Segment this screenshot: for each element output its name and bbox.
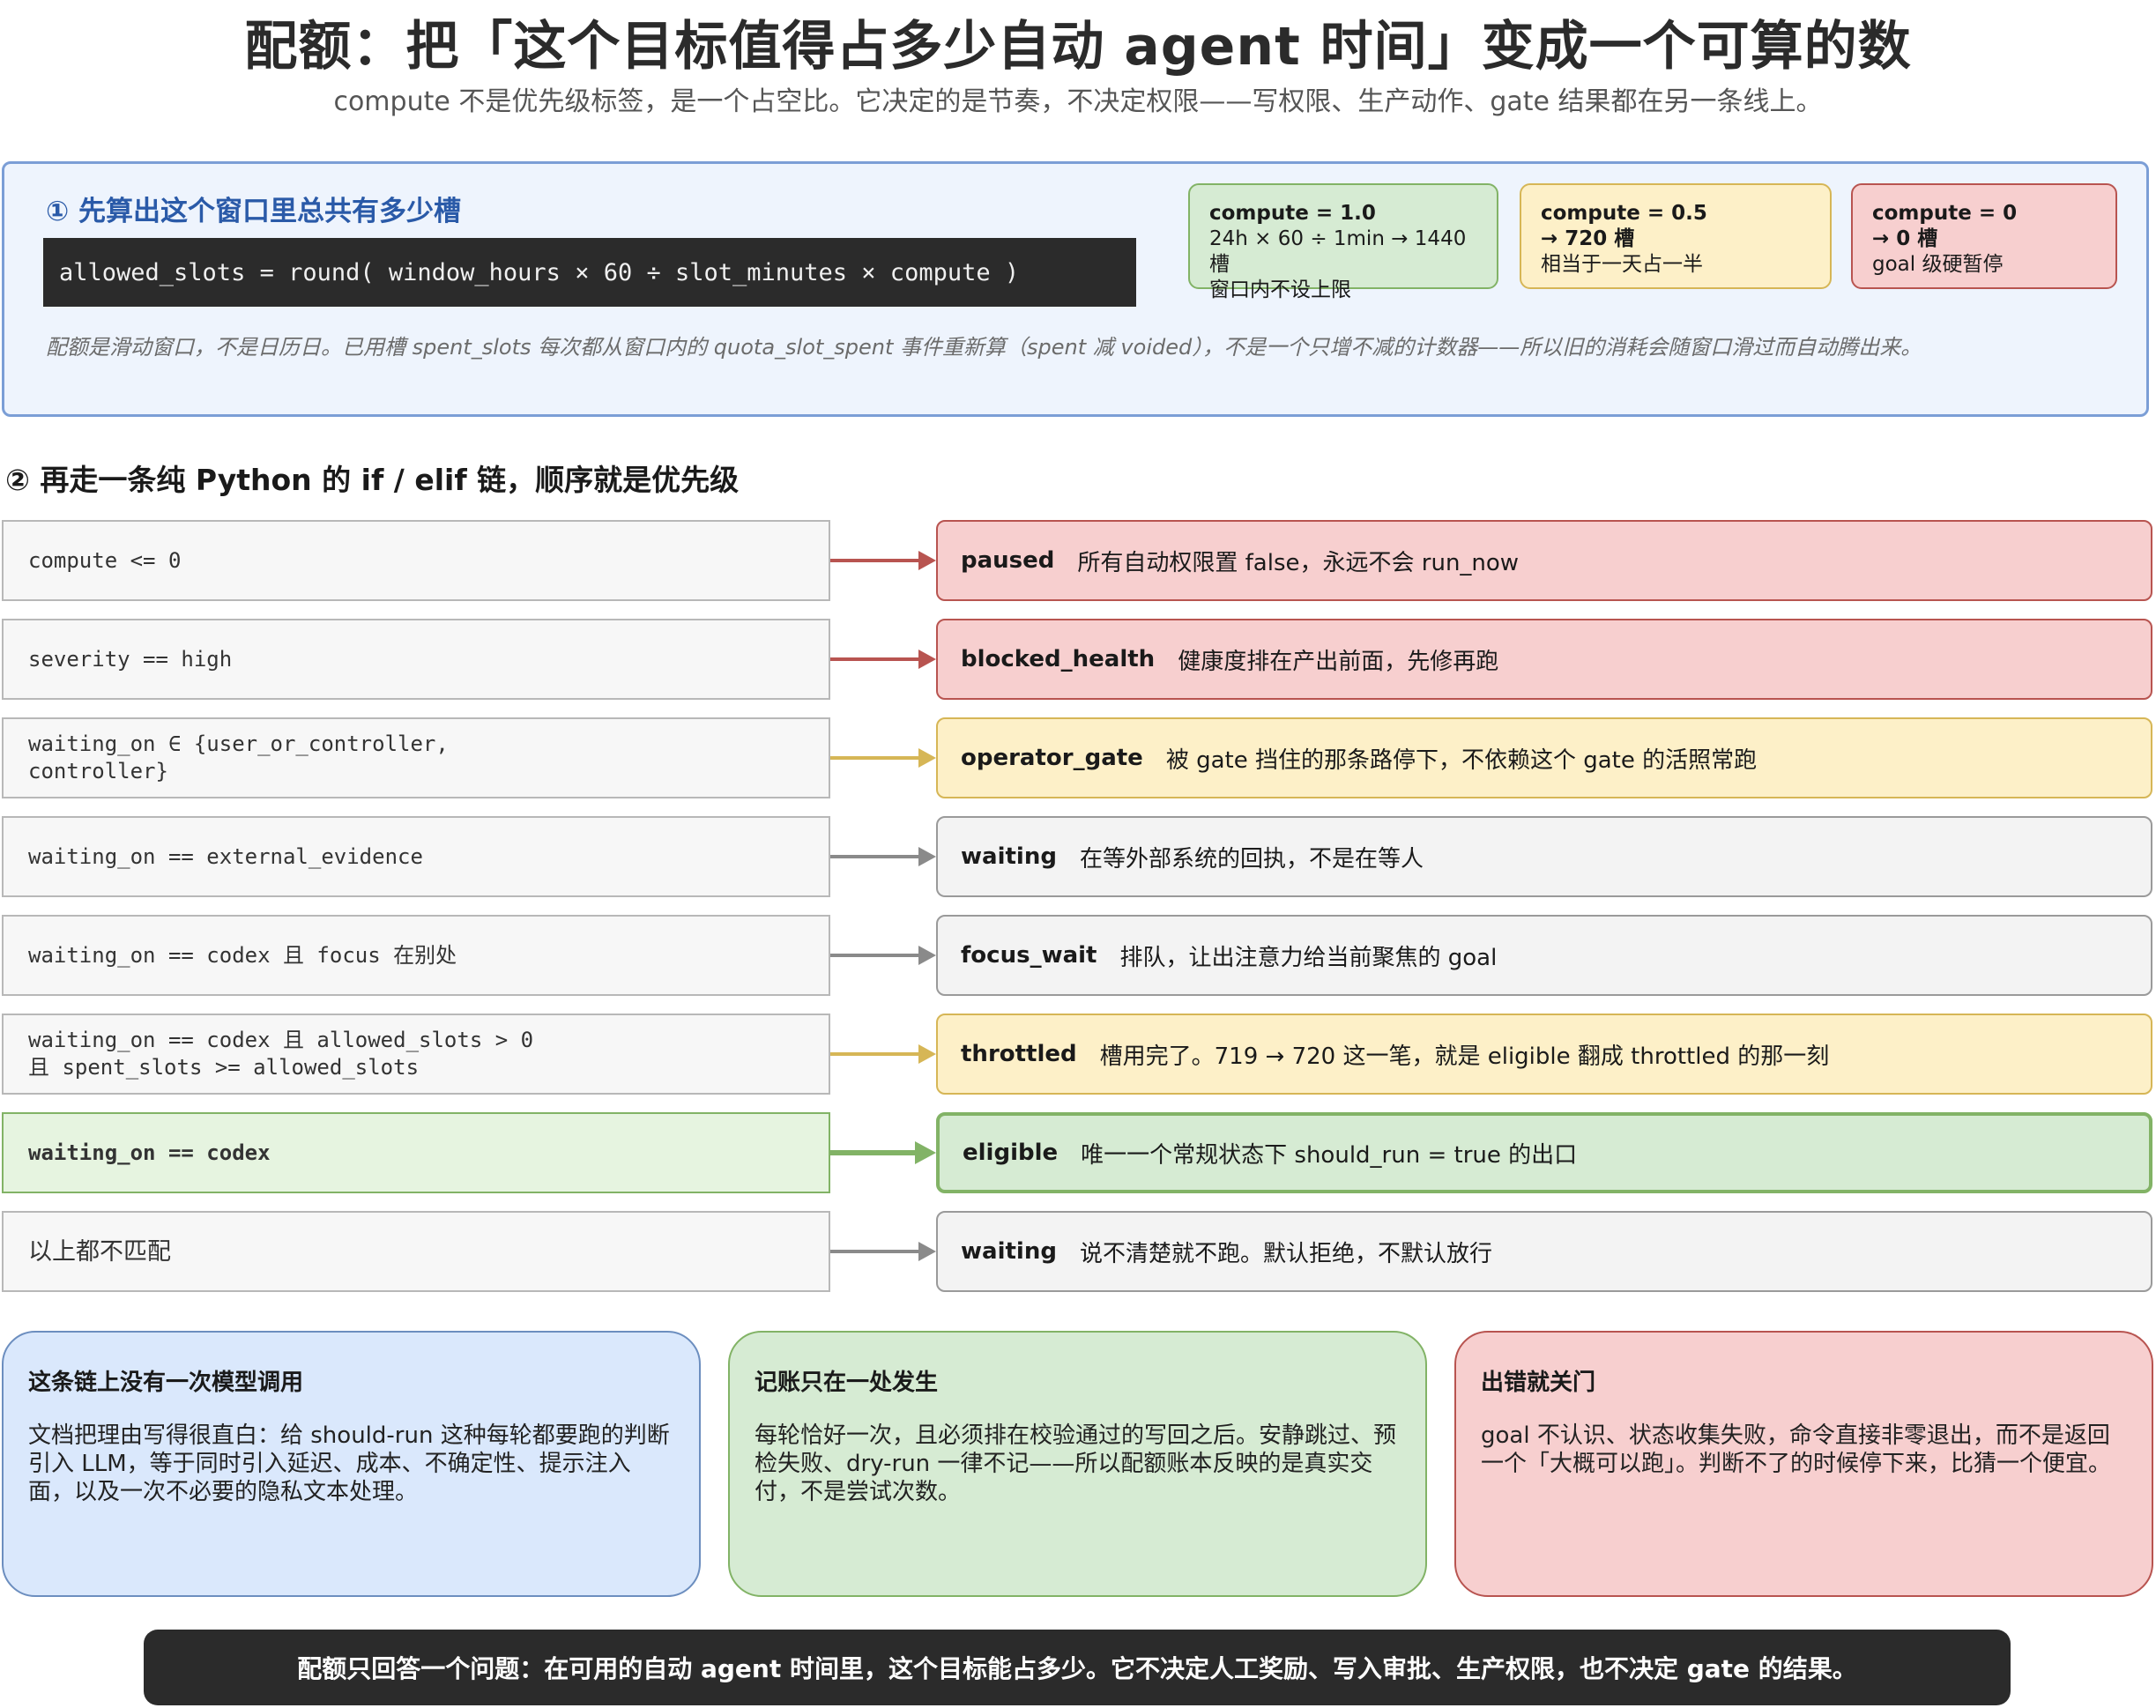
sliding-window-note: 配额是滑动窗口，不是日历日。已用槽 spent_slots 每次都从窗口内的 q…	[46, 335, 1922, 360]
compute-example-line: 窗口内不设上限	[1209, 278, 1351, 301]
state-description: 排队，让出注意力给当前聚焦的 goal	[1119, 944, 1498, 971]
arrow-connector	[830, 1141, 936, 1164]
state-name: eligible	[963, 1140, 1059, 1166]
arrow-connector	[830, 748, 936, 768]
page-subtitle: compute 不是优先级标签，是一个占空比。它决定的是节奏，不决定权限——写权…	[333, 86, 1823, 117]
compute-example-zero: compute = 0 → 0 槽 goal 级硬暂停	[1851, 183, 2117, 289]
result-state-box-eligible: eligible 唯一一个常规状态下 should_run = true 的出口	[936, 1112, 2152, 1193]
arrow-connector	[830, 946, 936, 965]
result-state-box: waiting 说不清楚就不跑。默认拒绝，不默认放行	[936, 1211, 2152, 1292]
condition-box: compute <= 0	[2, 520, 830, 601]
page-title: 配额：把「这个目标值得占多少自动 agent 时间」变成一个可算的数	[244, 16, 1912, 78]
card-body: goal 不认识、状态收集失败，命令直接非零退出，而不是返回一个「大概可以跑」。…	[1481, 1422, 2112, 1477]
compute-example-line: → 720 槽	[1541, 227, 1635, 250]
card-body: 每轮恰好一次，且必须排在校验通过的写回之后。安静跳过、预检失败、dry-run …	[755, 1422, 1397, 1505]
state-description: 健康度排在产出前面，先修再跑	[1178, 648, 1499, 675]
section2-title: ② 再走一条纯 Python 的 if / elif 链，顺序就是优先级	[5, 463, 740, 497]
note-card-no-model-call: 这条链上没有一次模型调用 文档把理由写得很直白：给 should-run 这种每…	[2, 1331, 701, 1597]
condition-box: waiting_on ∈ {user_or_controller, contro…	[2, 717, 830, 798]
compute-example-full: compute = 1.0 24h × 60 ÷ 1min → 1440 槽 窗…	[1188, 183, 1498, 301]
formula-box: allowed_slots = round( window_hours × 60…	[43, 238, 1136, 307]
condition-box: severity == high	[2, 619, 830, 700]
condition-box-active: waiting_on == codex	[2, 1112, 830, 1193]
compute-example-head: compute = 0	[1872, 202, 2018, 225]
state-description: 唯一一个常规状态下 should_run = true 的出口	[1081, 1141, 1578, 1169]
slot-calculation-panel: ① 先算出这个窗口里总共有多少槽 allowed_slots = round( …	[2, 161, 2149, 417]
footer-banner: 配额只回答一个问题：在可用的自动 agent 时间里，这个目标能占多少。它不决定…	[144, 1630, 2011, 1705]
condition-box: 以上都不匹配	[2, 1211, 830, 1292]
state-name: waiting	[961, 1238, 1057, 1265]
arrow-connector	[830, 551, 936, 570]
note-card-accounting: 记账只在一处发生 每轮恰好一次，且必须排在校验通过的写回之后。安静跳过、预检失败…	[728, 1331, 1427, 1597]
compute-example-line: 24h × 60 ÷ 1min → 1440 槽	[1209, 227, 1467, 276]
state-name: waiting	[961, 843, 1057, 870]
arrow-connector	[830, 1044, 936, 1064]
compute-example-head: compute = 0.5	[1541, 202, 1707, 225]
condition-box: waiting_on == codex 且 allowed_slots > 0 …	[2, 1014, 830, 1095]
compute-example-half: compute = 0.5 → 720 槽 相当于一天占一半	[1520, 183, 1832, 289]
result-state-box: waiting 在等外部系统的回执，不是在等人	[936, 816, 2152, 897]
result-state-box: blocked_health 健康度排在产出前面，先修再跑	[936, 619, 2152, 700]
state-description: 被 gate 挡住的那条路停下，不依赖这个 gate 的活照常跑	[1165, 746, 1758, 774]
arrow-connector	[830, 650, 936, 669]
compute-example-line: → 0 槽	[1872, 227, 1938, 250]
state-name: paused	[961, 547, 1055, 574]
compute-example-line: goal 级硬暂停	[1872, 253, 2004, 276]
state-name: operator_gate	[961, 745, 1143, 771]
card-title: 记账只在一处发生	[755, 1370, 939, 1396]
state-name: throttled	[961, 1041, 1077, 1067]
state-name: focus_wait	[961, 942, 1097, 969]
compute-example-line: 相当于一天占一半	[1541, 253, 1703, 276]
card-title: 出错就关门	[1481, 1370, 1596, 1396]
result-state-box: paused 所有自动权限置 false，永远不会 run_now	[936, 520, 2152, 601]
compute-example-head: compute = 1.0	[1209, 202, 1376, 225]
note-card-fail-closed: 出错就关门 goal 不认识、状态收集失败，命令直接非零退出，而不是返回一个「大…	[1454, 1331, 2153, 1597]
section1-title: ① 先算出这个窗口里总共有多少槽	[46, 196, 462, 227]
state-description: 在等外部系统的回执，不是在等人	[1079, 845, 1424, 873]
state-description: 所有自动权限置 false，永远不会 run_now	[1077, 549, 1520, 576]
result-state-box: throttled 槽用完了。719 → 720 这一笔，就是 eligible …	[936, 1014, 2152, 1095]
condition-box: waiting_on == external_evidence	[2, 816, 830, 897]
card-title: 这条链上没有一次模型调用	[28, 1370, 304, 1396]
state-description: 说不清楚就不跑。默认拒绝，不默认放行	[1079, 1240, 1492, 1267]
condition-box: waiting_on == codex 且 focus 在别处	[2, 915, 830, 996]
arrow-connector	[830, 847, 936, 866]
state-name: blocked_health	[961, 646, 1156, 672]
result-state-box: operator_gate 被 gate 挡住的那条路停下，不依赖这个 gate …	[936, 717, 2152, 798]
state-description: 槽用完了。719 → 720 这一笔，就是 eligible 翻成 thrott…	[1099, 1043, 1830, 1070]
result-state-box: focus_wait 排队，让出注意力给当前聚焦的 goal	[936, 915, 2152, 996]
arrow-connector	[830, 1242, 936, 1261]
card-body: 文档把理由写得很直白：给 should-run 这种每轮都要跑的判断引入 LLM…	[28, 1422, 670, 1505]
